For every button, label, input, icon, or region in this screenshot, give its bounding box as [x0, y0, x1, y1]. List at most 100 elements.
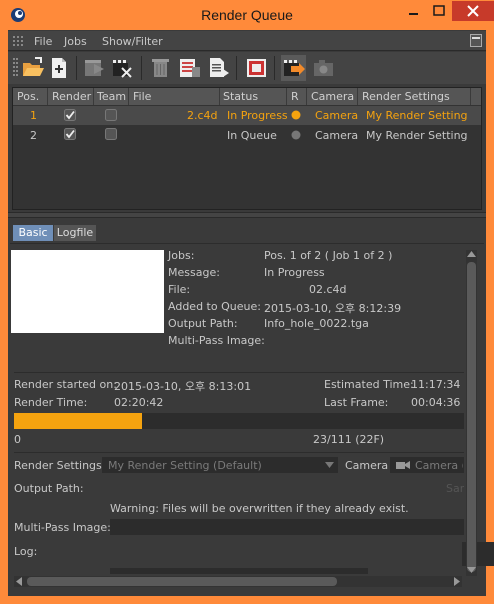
divider [14, 452, 464, 453]
row-status: In Progress [227, 109, 288, 122]
col-camera[interactable]: Camera [311, 90, 354, 103]
render-settings-button[interactable] [244, 55, 269, 81]
scroll-down-icon[interactable] [467, 566, 476, 574]
close-button[interactable] [452, 1, 494, 21]
message-value: In Progress [264, 266, 325, 279]
col-file[interactable]: File [133, 90, 151, 103]
col-render-settings[interactable]: Render Settings [362, 90, 450, 103]
camera-button[interactable] [311, 55, 336, 81]
col-status[interactable]: Status [223, 90, 258, 103]
column-divider[interactable] [219, 88, 220, 105]
log-icon [210, 58, 229, 77]
render-time-value: 02:20:42 [114, 396, 164, 409]
panel-menu-icon[interactable] [470, 34, 482, 47]
maximize-button[interactable] [426, 1, 452, 21]
close-icon [467, 5, 479, 17]
file-label: File: [168, 283, 191, 296]
estimated-value: 11:17:34 [411, 378, 461, 391]
progress-frames: 23/111 (22F) [313, 433, 385, 446]
column-divider[interactable] [306, 88, 307, 105]
camera-small-icon [396, 461, 410, 469]
render-button[interactable] [82, 55, 107, 81]
team-checkbox[interactable] [105, 128, 117, 140]
jobs-value: Pos. 1 of 2 ( Job 1 of 2 ) [264, 249, 393, 262]
overwrite-warning: Warning: Files will be overwritten if th… [110, 502, 409, 515]
stop-render-button[interactable] [110, 55, 135, 81]
render-checkbox[interactable] [64, 109, 76, 121]
toolbar-grip-icon [13, 58, 18, 76]
column-divider[interactable] [47, 88, 48, 105]
output-path-value: Info_hole_0022.tga [264, 317, 369, 330]
col-team[interactable]: Team [97, 90, 126, 103]
add-file-icon [52, 58, 66, 78]
column-divider[interactable] [93, 88, 94, 105]
multipass-field[interactable] [110, 519, 464, 535]
toolbar-separator [141, 56, 142, 80]
grip-icon [13, 36, 23, 46]
maximize-icon [433, 5, 445, 16]
estimated-label: Estimated Time: [324, 378, 414, 391]
started-value: 2015-03-10, 오후 8:13:01 [114, 380, 252, 393]
menu-file[interactable]: File [34, 35, 52, 48]
col-render[interactable]: Render [52, 90, 91, 103]
row-file: 2.c4d [187, 109, 218, 122]
output-path-hint: Sam [446, 482, 464, 495]
last-frame-label: Last Frame: [324, 396, 389, 409]
status-active-icon [291, 110, 301, 120]
team-checkbox[interactable] [105, 109, 117, 121]
jobs-label: Jobs: [168, 249, 195, 262]
divider [10, 243, 484, 244]
stop-render-icon [113, 60, 132, 78]
delete-icon [152, 59, 169, 77]
render-output-button[interactable] [281, 55, 306, 81]
column-divider[interactable] [286, 88, 287, 105]
divider [14, 372, 464, 373]
col-r[interactable]: R [291, 90, 299, 103]
row-render-settings: My Render Setting [366, 129, 468, 142]
column-divider[interactable] [470, 88, 471, 105]
tab-basic[interactable]: Basic [13, 225, 53, 241]
status-queued-icon [291, 130, 301, 140]
log-field[interactable] [110, 568, 368, 574]
render-icon [85, 60, 104, 76]
render-checkbox[interactable] [64, 128, 76, 140]
menu-show-filter[interactable]: Show/Filter [102, 35, 163, 48]
column-divider[interactable] [128, 88, 129, 105]
row-pos: 2 [30, 129, 37, 142]
log-button[interactable] [206, 55, 231, 81]
toolbar-separator [76, 56, 77, 80]
progress-fill [14, 413, 142, 429]
output-path-field-label: Output Path: [14, 482, 84, 495]
tab-logfile[interactable]: Logfile [54, 225, 96, 241]
minimize-button[interactable] [400, 1, 426, 21]
horizontal-scroll-thumb[interactable] [27, 577, 337, 586]
camera-label: Camera [345, 459, 389, 472]
vertical-scroll-thumb[interactable] [467, 262, 476, 572]
delete-all-button[interactable] [177, 55, 202, 81]
delete-all-icon [180, 59, 200, 77]
scroll-right-icon[interactable] [453, 577, 461, 586]
panel-splitter[interactable] [8, 212, 486, 218]
render-output-icon [284, 60, 305, 76]
delete-button[interactable] [148, 55, 173, 81]
toolbar-separator [274, 56, 275, 80]
added-value: 2015-03-10, 오후 8:12:39 [264, 302, 402, 315]
column-divider[interactable] [357, 88, 358, 105]
message-label: Message: [168, 266, 220, 279]
camera-icon [314, 60, 333, 76]
row-camera: Camera [315, 129, 359, 142]
output-path-label: Output Path: [168, 317, 238, 330]
render-settings-icon [247, 59, 266, 77]
file-value: 02.c4d [309, 283, 347, 296]
open-button[interactable] [20, 55, 45, 81]
multipass-label: Multi-Pass Image: [168, 334, 265, 347]
scroll-left-icon[interactable] [15, 577, 23, 586]
row-pos: 1 [30, 109, 37, 122]
log-label: Log: [14, 545, 38, 558]
menu-jobs[interactable]: Jobs [64, 35, 87, 48]
scroll-up-icon[interactable] [467, 250, 476, 258]
add-file-button[interactable] [47, 55, 72, 81]
toolbar-separator [236, 56, 237, 80]
row-render-settings: My Render Setting [366, 109, 468, 122]
col-pos[interactable]: Pos. [17, 90, 39, 103]
